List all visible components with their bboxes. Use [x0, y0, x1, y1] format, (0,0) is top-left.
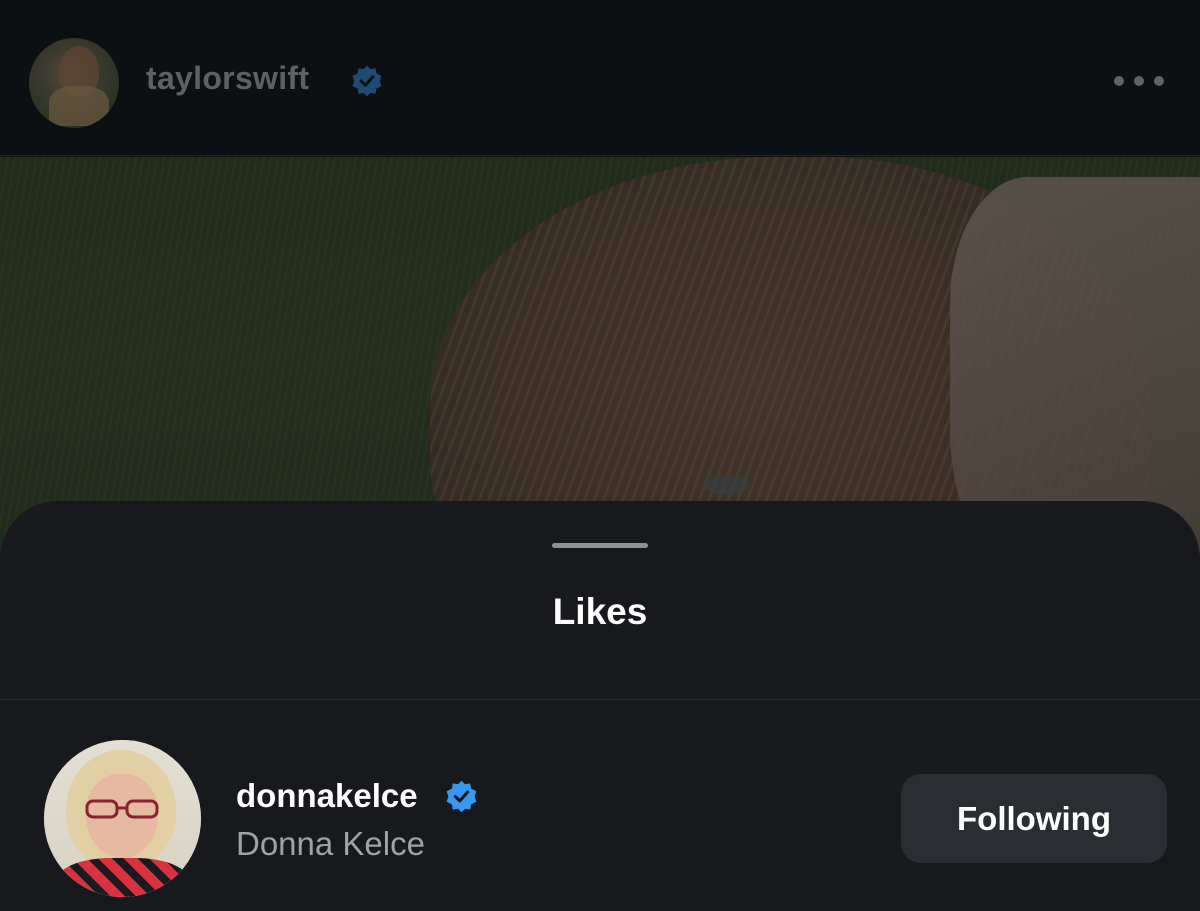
more-options-icon[interactable] [1114, 70, 1164, 92]
sheet-title: Likes [552, 591, 648, 632]
sheet-grabber-handle[interactable] [552, 543, 648, 548]
verified-badge-icon [446, 780, 477, 813]
like-list-item[interactable]: donnakelce Donna Kelce Following [0, 737, 1200, 902]
avatar[interactable] [44, 740, 201, 897]
app-screen: taylorswift Likes donnakelce Donna Kelce… [0, 0, 1200, 911]
post-author-avatar[interactable] [29, 38, 119, 128]
following-button[interactable]: Following [901, 774, 1167, 863]
post-image [0, 157, 1200, 557]
post-author-username[interactable]: taylorswift [146, 60, 309, 97]
divider [0, 699, 1200, 700]
post-header: taylorswift [0, 0, 1200, 156]
verified-badge-icon [352, 65, 382, 97]
likes-bottom-sheet: Likes donnakelce Donna Kelce Following [0, 501, 1200, 911]
user-handle[interactable]: donnakelce [236, 777, 418, 815]
user-full-name: Donna Kelce [236, 825, 425, 862]
